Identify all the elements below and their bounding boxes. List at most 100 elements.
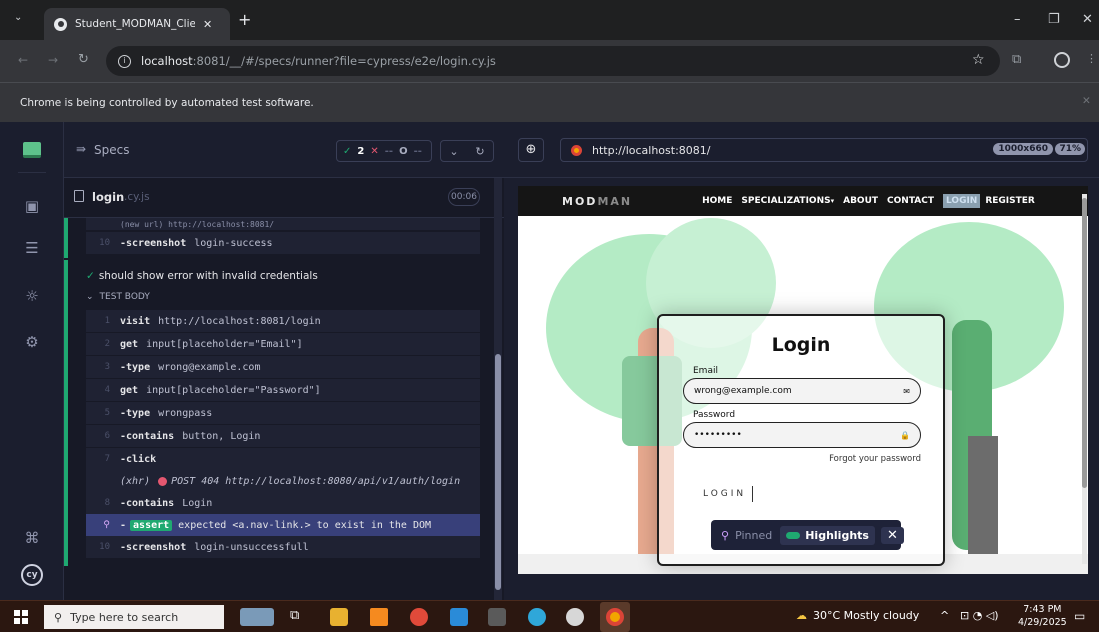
tray-icons[interactable]: ⊡ ◔ ◁): [960, 609, 999, 622]
terminal-icon[interactable]: [488, 608, 506, 626]
cypress-logo-icon[interactable]: cy: [21, 564, 43, 586]
command-row[interactable]: 5 -type wrongpass: [86, 402, 480, 424]
passed-check-icon: ✓: [343, 145, 352, 157]
selector-playground-icon[interactable]: ⊕: [518, 138, 544, 162]
restore-icon[interactable]: ❐: [1048, 12, 1060, 27]
debug-bug-icon[interactable]: ☼: [22, 286, 42, 306]
vlc-icon[interactable]: [370, 608, 388, 626]
vscode-icon[interactable]: [450, 608, 468, 626]
app-icon[interactable]: [410, 608, 428, 626]
menu-icon[interactable]: ⋮: [1086, 52, 1097, 65]
minimize-icon[interactable]: –: [1014, 12, 1021, 27]
infobar-close-icon[interactable]: ✕: [1082, 95, 1091, 107]
command-cmd: -click: [120, 453, 157, 465]
project-logo-icon[interactable]: [23, 142, 41, 158]
unpin-close-icon[interactable]: ✕: [880, 526, 904, 544]
tab-close-icon[interactable]: ✕: [203, 18, 212, 31]
edge-icon[interactable]: [528, 608, 546, 626]
application-under-test: MODMAN HOME SPECIALIZATIONS▾ ABOUT CONTA…: [518, 186, 1088, 574]
lock-icon: 🔒: [900, 430, 910, 440]
tab-search-icon[interactable]: ⌄: [14, 12, 22, 23]
test-title-row[interactable]: ✓ should show error with invalid credenti…: [86, 270, 318, 282]
file-explorer-icon[interactable]: [330, 608, 348, 626]
weather-widget[interactable]: ☁ 30°C Mostly cloudy: [796, 609, 919, 622]
settings-gear-icon[interactable]: ⚙: [22, 332, 42, 352]
highlights-toggle[interactable]: Highlights: [780, 525, 875, 545]
reporter-scroll-thumb[interactable]: [495, 354, 501, 590]
rerun-icon[interactable]: ↻: [475, 145, 484, 158]
command-row[interactable]: 1 visit http://localhost:8081/login: [86, 310, 480, 332]
login-button[interactable]: LOGIN: [703, 486, 754, 502]
command-row[interactable]: 6 -contains button, Login: [86, 425, 480, 447]
back-icon[interactable]: ←: [18, 53, 28, 67]
nav-about[interactable]: ABOUT: [843, 196, 878, 206]
assert-row[interactable]: ⚲ - assert expected <a.nav-link.> to exi…: [86, 514, 480, 536]
email-field[interactable]: wrong@example.com ✉: [683, 378, 921, 404]
pin-icon[interactable]: ⚲: [86, 520, 110, 530]
specs-nav-icon[interactable]: ▣: [22, 196, 42, 216]
clock[interactable]: 7:43 PM 4/29/2025: [1018, 603, 1067, 629]
browser-tab[interactable]: Student_MODMAN_Client-main ✕: [44, 8, 230, 40]
site-info-icon[interactable]: i: [118, 54, 131, 68]
preview-url-bar[interactable]: http://localhost:8081/ 1000x660 71%: [560, 138, 1088, 162]
specs-toggle-icon[interactable]: ⇛: [76, 142, 86, 156]
cypress-app: ▣ ☰ ☼ ⚙ ⌘ cy ⇛ Specs ✓ 2 ✕ -- O -- ⌄ ↻ login…: [0, 122, 1099, 600]
cypress-taskbar-icon[interactable]: [566, 608, 584, 626]
command-num: 3: [104, 362, 110, 372]
reporter-scrollbar[interactable]: [494, 178, 502, 600]
aut-scrollbar[interactable]: [1082, 194, 1087, 564]
search-highlight-icon[interactable]: [240, 608, 274, 626]
command-row[interactable]: 3 -type wrong@example.com: [86, 356, 480, 378]
task-view-icon[interactable]: ⧉: [290, 608, 308, 626]
viewport-size[interactable]: 1000x660: [993, 143, 1053, 155]
command-row[interactable]: 10 -screenshot login-success: [86, 232, 480, 254]
reload-icon[interactable]: ↻: [78, 52, 89, 67]
command-cmd: get: [120, 384, 139, 396]
close-window-icon[interactable]: ✕: [1082, 12, 1093, 27]
specs-label[interactable]: Specs: [94, 143, 129, 157]
xhr-label: (xhr): [120, 475, 151, 487]
forward-icon[interactable]: →: [48, 53, 58, 67]
command-row[interactable]: 2 get input[placeholder="Email"]: [86, 333, 480, 355]
command-arg: http://localhost:8081/login: [158, 315, 321, 327]
command-cmd: visit: [120, 315, 151, 327]
address-bar[interactable]: i localhost:8081/__/#/specs/runner?file=…: [106, 46, 1000, 76]
nav-home[interactable]: HOME: [702, 196, 732, 206]
command-cmd: -contains: [120, 430, 175, 442]
command-row[interactable]: 10 -screenshot login-unsuccessfull: [86, 536, 480, 558]
windows-start-icon[interactable]: [14, 610, 28, 624]
chrome-taskbar-active[interactable]: [600, 602, 630, 632]
spec-ext: .cy.js: [124, 191, 150, 203]
password-field[interactable]: ••••••••• 🔒: [683, 422, 921, 448]
command-row[interactable]: 7 -click: [86, 448, 480, 470]
zoom-level[interactable]: 71%: [1055, 143, 1085, 155]
hero-illustration: Login Email wrong@example.com ✉ Password…: [518, 216, 1088, 574]
passed-bar: [64, 218, 68, 258]
nav-login[interactable]: LOGIN: [943, 194, 981, 208]
profile-icon[interactable]: [1054, 52, 1070, 68]
spec-name: login: [92, 190, 125, 204]
extensions-icon[interactable]: ⧉: [1012, 52, 1021, 67]
xhr-row[interactable]: (xhr) POST 404 http://localhost:8080/api…: [86, 470, 480, 492]
nav-contact[interactable]: CONTACT: [887, 196, 934, 206]
test-body-header[interactable]: ⌄ TEST BODY: [86, 292, 150, 302]
notification-icon[interactable]: ▭: [1074, 609, 1085, 623]
preview-url: http://localhost:8081/: [592, 143, 711, 157]
assert-badge: assert: [130, 519, 173, 531]
nav-register[interactable]: REGISTER: [985, 196, 1035, 206]
keyboard-shortcuts-icon[interactable]: ⌘: [22, 528, 42, 548]
runs-nav-icon[interactable]: ☰: [22, 238, 42, 258]
passed-count: 2: [357, 145, 365, 157]
command-row[interactable]: 4 get input[placeholder="Password"]: [86, 379, 480, 401]
tray-chevron-icon[interactable]: ^: [940, 609, 949, 622]
forgot-password-link[interactable]: Forgot your password: [829, 454, 921, 464]
site-brand[interactable]: MODMAN: [562, 195, 632, 208]
command-row[interactable]: 8 -contains Login: [86, 492, 480, 514]
collapse-chevron-icon[interactable]: ⌄: [449, 145, 458, 158]
sidebar-divider: [18, 172, 46, 173]
new-tab-button[interactable]: +: [238, 10, 251, 29]
nav-specializations[interactable]: SPECIALIZATIONS▾: [741, 196, 834, 206]
bookmark-star-icon[interactable]: ☆: [972, 52, 985, 68]
reporter-header: ⇛ Specs ✓ 2 ✕ -- O -- ⌄ ↻: [64, 122, 504, 178]
taskbar-search[interactable]: ⚲ Type here to search: [44, 605, 224, 629]
